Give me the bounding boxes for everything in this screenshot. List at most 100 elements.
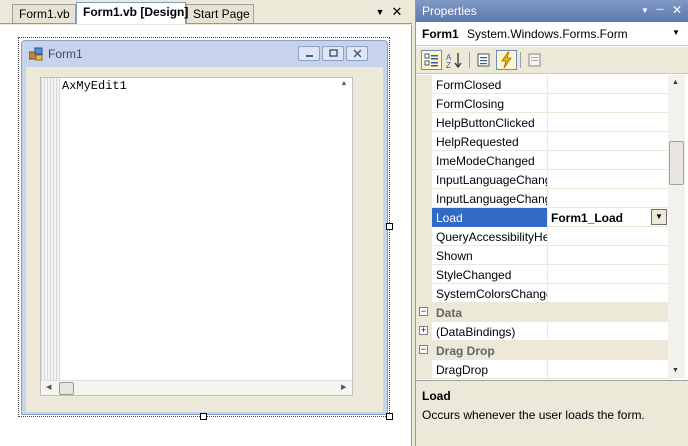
collapse-icon[interactable]: − xyxy=(419,307,428,316)
object-selector[interactable]: Form1 System.Windows.Forms.Form ▼ xyxy=(416,23,688,46)
form-title: Form1 xyxy=(48,47,83,61)
property-row-selected[interactable]: Load Form1_Load ▼ xyxy=(416,208,668,227)
activex-gutter xyxy=(41,78,60,380)
properties-view-button[interactable] xyxy=(473,50,494,70)
property-row[interactable]: InputLanguageChanging xyxy=(416,189,668,208)
row-margin xyxy=(416,75,432,94)
scroll-left-arrow-icon[interactable]: ◀ xyxy=(46,383,51,391)
category-data[interactable]: − Data xyxy=(416,303,668,322)
scroll-right-arrow-icon[interactable]: ▶ xyxy=(341,383,346,391)
property-row[interactable]: QueryAccessibilityHelp xyxy=(416,227,668,246)
property-name: InputLanguageChanged xyxy=(436,173,547,187)
property-name: FormClosing xyxy=(436,97,505,111)
scroll-up-arrow-icon[interactable]: ▲ xyxy=(338,80,350,90)
property-grid: FormClosed FormClosing HelpButtonClicked… xyxy=(416,75,688,379)
close-button[interactable] xyxy=(346,46,368,61)
collapse-icon[interactable]: − xyxy=(419,345,428,354)
form-window[interactable]: Form1 AxMyEdit1 ▲ ◀ ▶ xyxy=(21,40,388,415)
property-row[interactable]: FormClosing xyxy=(416,94,668,113)
property-row[interactable]: InputLanguageChanged xyxy=(416,170,668,189)
events-view-button[interactable] xyxy=(496,50,517,70)
property-value[interactable] xyxy=(547,284,668,303)
property-value[interactable] xyxy=(547,170,668,189)
activex-control[interactable]: AxMyEdit1 ▲ ◀ ▶ xyxy=(40,77,353,396)
alphabetical-button[interactable]: A Z xyxy=(444,50,465,70)
object-dropdown-icon[interactable]: ▼ xyxy=(672,28,680,37)
properties-list-icon xyxy=(477,53,490,67)
property-row[interactable]: StyleChanged xyxy=(416,265,668,284)
description-pane: Load Occurs whenever the user loads the … xyxy=(416,380,688,446)
activex-horizontal-scrollbar[interactable]: ◀ ▶ xyxy=(41,380,352,395)
auto-hide-pin-icon[interactable]: ᅮ xyxy=(654,4,666,17)
properties-toolbar: A Z xyxy=(416,47,688,74)
property-pages-button[interactable] xyxy=(524,50,545,70)
resize-handle-corner[interactable] xyxy=(386,413,393,420)
maximize-icon xyxy=(329,49,338,57)
vertical-scroll-thumb[interactable] xyxy=(669,141,684,185)
scroll-up-arrow-icon[interactable]: ▲ xyxy=(672,79,679,86)
close-icon xyxy=(353,49,362,58)
property-name: (DataBindings) xyxy=(436,325,516,339)
category-drag-drop[interactable]: − Drag Drop xyxy=(416,341,668,360)
property-value[interactable] xyxy=(547,227,668,246)
property-row[interactable]: SystemColorsChanged xyxy=(416,284,668,303)
expand-icon[interactable]: + xyxy=(419,326,428,335)
row-margin xyxy=(416,284,432,303)
row-margin xyxy=(416,265,432,284)
property-name: QueryAccessibilityHelp xyxy=(436,230,547,244)
form-client-area[interactable]: AxMyEdit1 ▲ ◀ ▶ xyxy=(26,67,383,412)
property-value[interactable] xyxy=(547,113,668,132)
row-margin xyxy=(416,132,432,151)
resize-handle-bottom[interactable] xyxy=(200,413,207,420)
property-value[interactable]: Form1_Load xyxy=(547,208,668,227)
row-margin xyxy=(416,151,432,170)
category-name: Data xyxy=(436,306,463,320)
property-value[interactable] xyxy=(547,265,668,284)
value-dropdown-icon[interactable]: ▼ xyxy=(651,209,667,225)
tab-start-page[interactable]: Start Page xyxy=(186,4,254,23)
scroll-down-arrow-icon[interactable]: ▼ xyxy=(672,367,679,374)
properties-pane: Properties ▼ ᅮ ✕ Form1 System.Windows.Fo… xyxy=(415,0,688,446)
categorized-button[interactable] xyxy=(421,50,442,70)
tabs-dropdown-icon[interactable]: ▼ xyxy=(373,5,387,19)
properties-titlebar: Properties ▼ ᅮ ✕ xyxy=(416,0,688,22)
row-margin xyxy=(416,170,432,189)
property-row[interactable]: DragDrop xyxy=(416,360,668,379)
property-row[interactable]: + (DataBindings) xyxy=(416,322,668,341)
property-value[interactable] xyxy=(547,94,668,113)
maximize-button[interactable] xyxy=(322,46,344,61)
property-value[interactable] xyxy=(547,246,668,265)
property-row[interactable]: FormClosed xyxy=(416,75,668,94)
description-title: Load xyxy=(422,389,451,403)
design-surface[interactable]: Form1 AxMyEdit1 ▲ ◀ ▶ xyxy=(0,25,412,446)
close-document-icon[interactable]: ✕ xyxy=(390,5,404,19)
resize-handle-right[interactable] xyxy=(386,223,393,230)
window-position-dropdown-icon[interactable]: ▼ xyxy=(639,4,651,17)
minimize-button[interactable] xyxy=(298,46,320,61)
property-row[interactable]: ImeModeChanged xyxy=(416,151,668,170)
property-value[interactable] xyxy=(547,189,668,208)
property-name: HelpRequested xyxy=(436,135,519,149)
close-properties-icon[interactable]: ✕ xyxy=(671,4,683,17)
tab-form1-code[interactable]: Form1.vb xyxy=(12,4,76,23)
property-value[interactable] xyxy=(547,151,668,170)
property-name: FormClosed xyxy=(436,78,502,92)
property-value[interactable] xyxy=(547,322,668,341)
toolbar-separator xyxy=(520,52,521,68)
property-value[interactable] xyxy=(547,132,668,151)
property-row[interactable]: Shown xyxy=(416,246,668,265)
designer-pane: Form1.vb Form1.vb [Design] Start Page ▼ … xyxy=(0,0,412,446)
property-row[interactable]: HelpButtonClicked xyxy=(416,113,668,132)
property-grid-scrollbar[interactable]: ▲ ▼ xyxy=(668,75,685,379)
tab-form1-design[interactable]: Form1.vb [Design] xyxy=(76,2,188,24)
categorized-icon xyxy=(424,53,438,67)
description-text: Occurs whenever the user loads the form. xyxy=(422,408,645,422)
property-row[interactable]: HelpRequested xyxy=(416,132,668,151)
property-pages-icon xyxy=(528,53,541,67)
minimize-icon xyxy=(306,55,313,57)
property-name: ImeModeChanged xyxy=(436,154,535,168)
row-margin xyxy=(416,360,432,379)
horizontal-scroll-thumb[interactable] xyxy=(59,382,74,395)
property-value[interactable] xyxy=(547,75,668,94)
property-value[interactable] xyxy=(547,360,668,379)
